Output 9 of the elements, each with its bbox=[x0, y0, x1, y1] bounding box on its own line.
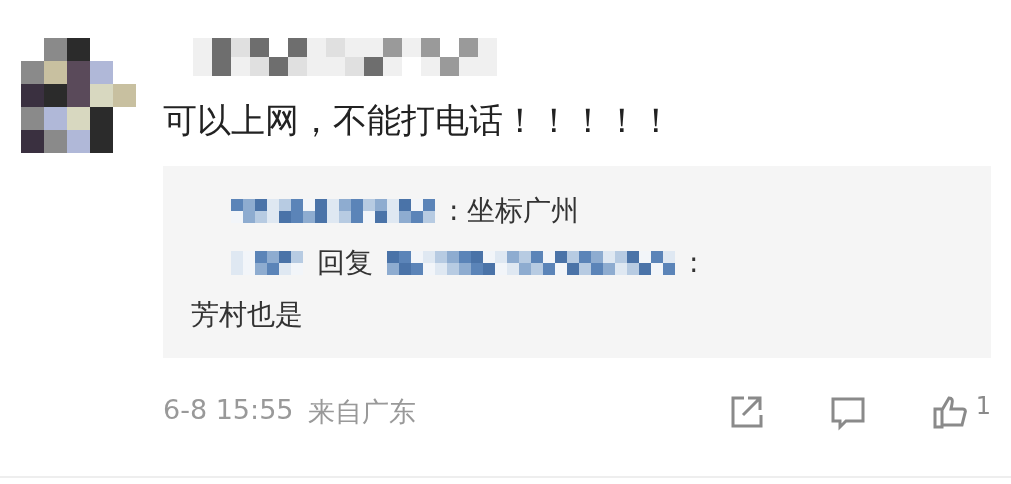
comment-text: 可以上网，不能打电话！！！！！ bbox=[163, 99, 674, 142]
reply-label: 回复 bbox=[317, 245, 373, 281]
pixelated-name bbox=[231, 251, 303, 275]
comment-location: 来自广东 bbox=[307, 395, 416, 429]
like-count: 1 bbox=[975, 392, 991, 420]
reply-text: : 坐标广州 bbox=[449, 193, 580, 229]
comment-time: 6-8 15:55 bbox=[163, 394, 294, 427]
reply-text: : bbox=[689, 245, 699, 281]
reply-text: 芳村也是 bbox=[191, 297, 304, 333]
